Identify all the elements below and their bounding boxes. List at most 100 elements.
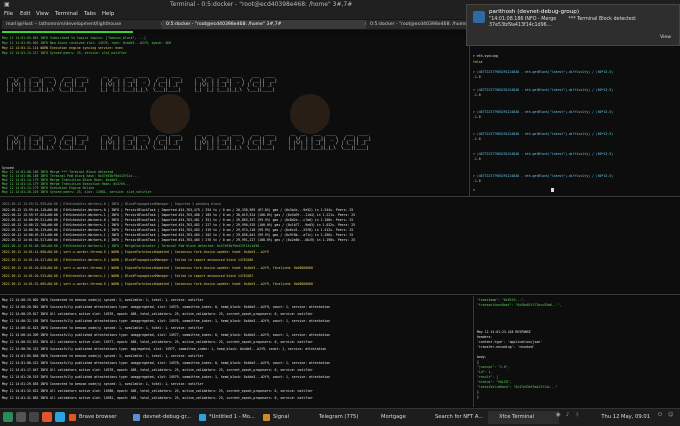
rpc-line: "result": { bbox=[477, 375, 499, 379]
log-line: May 12 14:01:32.622 INFO All validators … bbox=[2, 389, 313, 393]
log-line: May 12 14:00:56.315 INFO Successfully pu… bbox=[2, 347, 327, 351]
log-line: May 12 14:01:17.847 INFO All validators … bbox=[2, 368, 313, 372]
taskbar-item-terminal[interactable]: Xfce Terminal bbox=[488, 411, 559, 424]
log-line: 2022-05-12 14:01:20.020+00:00 | vert.x-w… bbox=[2, 266, 313, 270]
console-prompt[interactable]: > bbox=[473, 188, 475, 192]
pane-execution-client[interactable]: 2022-05-12 13:59:31.939+00:00 | EthSched… bbox=[0, 198, 680, 294]
menu-terminal[interactable]: Terminal bbox=[55, 10, 78, 19]
network-icon[interactable]: ◉ bbox=[556, 412, 561, 418]
notification-popup[interactable]: parithosh (devnet-debug-group) "14:01:08… bbox=[466, 4, 680, 46]
window-icon bbox=[489, 414, 496, 421]
console-line: > (487722377965291224848 - eth.getBlock(… bbox=[473, 132, 614, 136]
taskbar-item-label: Xfce Terminal bbox=[499, 414, 534, 420]
notification-view-button[interactable]: View bbox=[660, 35, 671, 40]
log-line: 2022-05-12 14:01:02.517+00:00 | EthSched… bbox=[2, 238, 356, 242]
console-line: -1.0 bbox=[473, 137, 481, 141]
console-line: false bbox=[473, 60, 483, 64]
window-icon bbox=[133, 414, 140, 421]
taskbar-item-untitled[interactable]: *Untitled 1 - Mo... bbox=[198, 411, 271, 424]
window-icon bbox=[425, 414, 432, 421]
log-line: May 12 14:00:44.209 INFO Successfully pu… bbox=[2, 333, 331, 337]
log-line: 2022-05-12 14:01:26.533+00:00 | EthSched… bbox=[2, 274, 254, 278]
ascii-banner: __ __ ___ ____ ___ ____ | \/ | | __|| _ … bbox=[194, 73, 278, 92]
taskbar: Brave browser devnet-debug-gr... *Untitl… bbox=[0, 408, 680, 426]
taskbar-item-label: Telegram (775) bbox=[319, 414, 359, 420]
rpc-line: "status": "VALID", bbox=[477, 380, 512, 384]
user-icon[interactable]: ☺ bbox=[668, 412, 673, 418]
taskbar-item-brave[interactable]: Brave browser bbox=[68, 411, 141, 424]
taskbar-item-devnet[interactable]: devnet-debug-gr... bbox=[132, 411, 207, 424]
console-line: -1.0 bbox=[473, 115, 481, 119]
tab-docker-1[interactable]: 0:5:docker - "root@ecd40398e468: /home" … bbox=[162, 20, 370, 29]
rpc-line: } bbox=[477, 390, 479, 394]
console-line: > eth.syncing bbox=[473, 54, 498, 58]
telegram-icon[interactable] bbox=[55, 412, 65, 422]
rpc-line: { bbox=[477, 360, 479, 364]
menu-edit[interactable]: Edit bbox=[20, 10, 30, 19]
log-line: 2022-05-12 14:01:16.417+00:00 | EthSched… bbox=[2, 258, 254, 262]
taskbar-item-label: Brave browser bbox=[79, 414, 117, 420]
log-line: May 12 14:01:20.519 INFO Successfully pu… bbox=[2, 375, 331, 379]
rpc-line: headers: bbox=[477, 335, 493, 339]
terminal-icon: ▣ bbox=[4, 1, 10, 8]
console-line: -1.0 bbox=[473, 157, 481, 161]
pane-divider[interactable] bbox=[0, 196, 680, 197]
logo-watermark bbox=[290, 94, 330, 134]
taskbar-item-label: Mortgage bbox=[381, 414, 406, 420]
menu-help[interactable]: Help bbox=[102, 10, 114, 19]
pane-divider[interactable] bbox=[469, 34, 470, 196]
brave-icon[interactable] bbox=[42, 412, 52, 422]
ascii-banner: __ __ ___ ____ ___ ____ | \/ | | __|| _ … bbox=[194, 131, 278, 150]
log-line: May 12 14:01:14.217 INFO Synced peers: 2… bbox=[2, 51, 127, 55]
pane-divider[interactable] bbox=[0, 294, 680, 295]
log-line: 2022-05-12 14:00:49.331+00:00 | EthSched… bbox=[2, 233, 354, 237]
terminal-icon[interactable] bbox=[29, 412, 39, 422]
rpc-line: } bbox=[477, 395, 479, 399]
menu-tabs[interactable]: Tabs bbox=[84, 10, 96, 19]
pane-divider[interactable] bbox=[473, 296, 474, 407]
log-line: May 12 14:00:53.831 INFO All validators … bbox=[2, 340, 313, 344]
log-line: 2022-05-12 14:00:22.708+00:00 | EthSched… bbox=[2, 223, 356, 227]
pane-beacon-node[interactable]: May 12 14:01:03.001 INFO Subscribed to t… bbox=[0, 34, 468, 194]
clock[interactable]: Thu 12 May, 09:01 bbox=[601, 411, 650, 424]
rpc-line: "transactionsRoot": "0x56e81f171bcc55a6.… bbox=[477, 303, 562, 307]
rpc-line: "jsonrpc": "2.0", bbox=[477, 365, 510, 369]
rpc-line: 'transfer-encoding': 'chunked' bbox=[477, 345, 535, 349]
log-line: May 12 14:00:41.823 INFO Connected to be… bbox=[2, 326, 204, 330]
tab-lighthouse[interactable]: marli@Host -- lathomnim/development/ligh… bbox=[2, 20, 166, 29]
taskbar-item-search[interactable]: Search for NFT A... bbox=[424, 411, 497, 424]
console-line: > (487722377965291224848 - eth.getBlock(… bbox=[473, 70, 614, 74]
pane-validator-client[interactable]: May 12 14:00:19.802 INFO Connected to be… bbox=[0, 296, 472, 407]
pane-geth-console[interactable]: > eth.syncing false > (48772237796529122… bbox=[471, 34, 680, 196]
files-icon[interactable] bbox=[16, 412, 26, 422]
log-line: May 12 14:01:20.216 INFO Synced peers: 2… bbox=[2, 190, 152, 194]
console-line: > (487722377965291224848 - eth.getBlock(… bbox=[473, 88, 614, 92]
ascii-banner: __ __ ___ ____ ___ ____ | \/ | | __|| _ … bbox=[6, 131, 90, 150]
rpc-line: 'content-type': 'application/json' bbox=[477, 340, 543, 344]
menu-file[interactable]: File bbox=[4, 10, 13, 19]
log-line: May 12 14:01:41.862 INFO All validators … bbox=[2, 396, 313, 400]
app-menu-icon[interactable] bbox=[3, 412, 13, 422]
taskbar-item-label: *Untitled 1 - Mo... bbox=[209, 414, 255, 420]
notification-body: "14:01:08.186 INFO - Merge *** Terminal … bbox=[489, 17, 637, 28]
volume-icon[interactable]: ♪ bbox=[566, 412, 569, 418]
notification-title: parithosh (devnet-debug-group) bbox=[489, 9, 579, 15]
log-line: May 12 14:01:29.855 INFO Connected to be… bbox=[2, 382, 204, 386]
log-line: 2022-05-12 14:01:08.186+00:00 | EthSched… bbox=[2, 244, 265, 248]
window-icon bbox=[263, 414, 270, 421]
avatar bbox=[473, 11, 485, 23]
log-line: May 12 14:00:20.001 INFO Successfully pu… bbox=[2, 305, 331, 309]
pane-rpc-log[interactable]: "timestamp": "0x627d...", "transactionsR… bbox=[475, 296, 680, 407]
log-line: 2022-05-12 13:59:31.939+00:00 | EthSched… bbox=[2, 202, 221, 206]
power-icon[interactable]: ⏻ bbox=[658, 412, 662, 419]
menu-view[interactable]: View bbox=[36, 10, 49, 19]
console-line: > (487722377965291224848 - eth.getBlock(… bbox=[473, 174, 614, 178]
ascii-banner: __ __ ___ ____ ___ ____ | \/ | | __|| _ … bbox=[6, 73, 90, 92]
rpc-line: May 12 14:01:23.418 RESPONSE bbox=[477, 330, 531, 334]
rpc-line: body: bbox=[477, 355, 487, 359]
taskbar-item-telegram[interactable]: Telegram (775) bbox=[308, 411, 379, 424]
taskbar-item-label: devnet-debug-gr... bbox=[143, 414, 192, 420]
rpc-line: "id": 1, bbox=[477, 370, 493, 374]
log-line: May 12 14:01:11.114 WARN Execution engin… bbox=[2, 46, 123, 50]
bluetooth-icon[interactable]: ᛒ bbox=[576, 412, 579, 418]
